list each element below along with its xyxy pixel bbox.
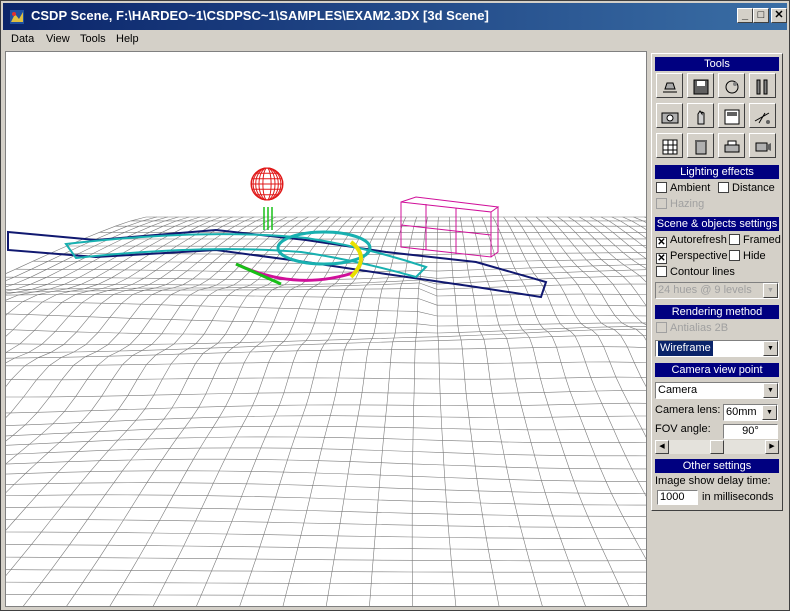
ambient-checkbox[interactable]: Ambient: [656, 182, 710, 196]
camera-lens-label: Camera lens:: [655, 404, 721, 416]
tool-button-6[interactable]: [687, 103, 714, 128]
chevron-down-icon: ▼: [763, 383, 778, 398]
fov-slider[interactable]: ◀ ▶: [655, 440, 779, 454]
contour-lines-checkbox[interactable]: Contour lines: [656, 266, 735, 280]
magenta-cage-object: [400, 196, 500, 258]
viewpoint-select[interactable]: Camera ▼: [655, 382, 779, 399]
chevron-down-icon: ▼: [762, 405, 777, 420]
lighting-header: Lighting effects: [655, 165, 779, 179]
tool-button-8[interactable]: [749, 103, 776, 128]
tool-button-2[interactable]: [687, 73, 714, 98]
tool-button-1[interactable]: [656, 73, 683, 98]
menu-tools[interactable]: Tools: [80, 33, 106, 45]
menu-bar: Data View Tools Help: [3, 31, 787, 49]
save-icon: [693, 79, 709, 95]
window-title: CSDP Scene, F:\HARDEO~1\CSDPSC~1\SAMPLES…: [31, 8, 489, 23]
sliders-icon: [756, 79, 768, 95]
tool-button-11[interactable]: [718, 133, 745, 158]
hide-checkbox[interactable]: Hide: [729, 250, 766, 264]
title-bar[interactable]: CSDP Scene, F:\HARDEO~1\CSDPSC~1\SAMPLES…: [3, 3, 787, 30]
plane-icon: [754, 112, 770, 124]
arrow-right-icon[interactable]: ▶: [765, 440, 779, 454]
scene-viewport[interactable]: [5, 51, 647, 607]
delay-field[interactable]: 1000: [657, 490, 698, 505]
menu-data[interactable]: Data: [11, 33, 34, 45]
camera-lens-select[interactable]: 60mm ▼: [723, 404, 778, 421]
hues-select[interactable]: 24 hues @ 9 levels ▼: [655, 282, 779, 299]
tool-button-9[interactable]: [656, 133, 683, 158]
app-icon: [10, 10, 24, 24]
rendering-header: Rendering method: [655, 305, 779, 319]
grid-icon: [662, 139, 678, 155]
wireframe-scene[interactable]: [6, 52, 646, 606]
minimize-button[interactable]: _: [737, 8, 753, 23]
fov-label: FOV angle:: [655, 423, 711, 435]
panel-icon: [724, 109, 740, 125]
fov-field[interactable]: 90°: [723, 424, 778, 439]
terrain-mesh: [6, 216, 646, 606]
framed-checkbox[interactable]: Framed: [729, 234, 781, 248]
rendering-method-select[interactable]: Wireframe ▼: [655, 340, 779, 357]
tool-button-10[interactable]: [687, 133, 714, 158]
tool-button-3[interactable]: [718, 73, 745, 98]
antialias-checkbox[interactable]: Antialias 2B: [656, 322, 728, 336]
perspective-checkbox[interactable]: ✕ Perspective: [656, 250, 727, 264]
tool-button-7[interactable]: [718, 103, 745, 128]
print-icon: [724, 140, 740, 153]
green-strip-object: [235, 262, 282, 286]
app-window: CSDP Scene, F:\HARDEO~1\CSDPSC~1\SAMPLES…: [0, 0, 790, 611]
other-settings-header: Other settings: [655, 459, 779, 473]
scene-icon: [725, 80, 739, 94]
hand-icon: [697, 110, 705, 125]
red-sphere-object: [250, 167, 284, 201]
tool-button-5[interactable]: [656, 103, 683, 128]
chevron-down-icon: ▼: [763, 341, 778, 356]
clean-icon: [663, 82, 677, 93]
chevron-down-icon: ▼: [763, 283, 778, 298]
fov-slider-thumb[interactable]: [710, 440, 724, 454]
green-pole-object: [263, 207, 273, 230]
tools-panel: Tools Lighting effects Ambient Distance …: [651, 53, 783, 511]
delay-unit-label: in milliseconds: [702, 491, 774, 503]
camera-header: Camera view point: [655, 363, 779, 377]
tool-button-4[interactable]: [749, 73, 776, 98]
tool-button-12[interactable]: [749, 133, 776, 158]
tools-header: Tools: [655, 57, 779, 71]
scene-settings-header: Scene & objects settings: [655, 217, 779, 231]
trash-icon: [695, 140, 707, 155]
close-button[interactable]: ✕: [771, 8, 787, 23]
projector-icon: [755, 142, 771, 152]
arrow-left-icon[interactable]: ◀: [655, 440, 669, 454]
hazing-checkbox[interactable]: Hazing: [656, 198, 704, 212]
camera-icon: [661, 112, 679, 124]
maximize-button[interactable]: □: [753, 8, 769, 23]
delay-label: Image show delay time:: [655, 475, 771, 487]
menu-help[interactable]: Help: [116, 33, 139, 45]
menu-view[interactable]: View: [46, 33, 70, 45]
distance-checkbox[interactable]: Distance: [718, 182, 775, 196]
autorefresh-checkbox[interactable]: ✕ Autorefresh: [656, 234, 727, 248]
